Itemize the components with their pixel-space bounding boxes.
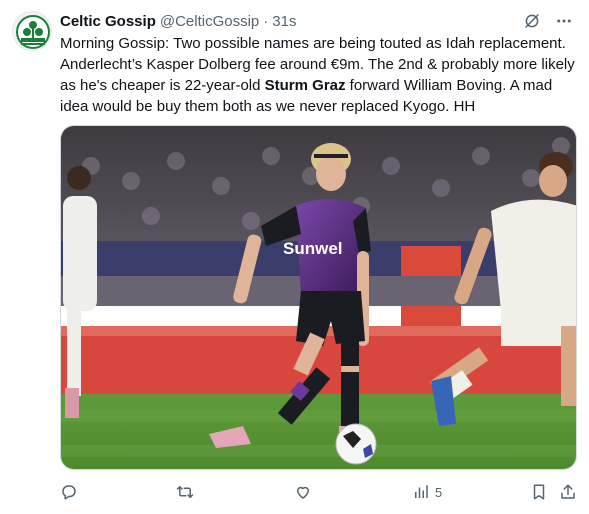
separator-dot: · (263, 12, 269, 30)
views-icon (412, 483, 430, 501)
tweet-media-image[interactable]: Sunwel (60, 125, 577, 470)
football-photo: Sunwel (61, 126, 576, 469)
reply-button[interactable] (60, 481, 78, 503)
more-icon[interactable] (555, 12, 573, 30)
views-button[interactable]: 5 (412, 481, 442, 503)
retweet-icon (176, 483, 194, 501)
share-button[interactable] (559, 481, 577, 503)
tweet-text: Morning Gossip: Two possible names are b… (60, 33, 582, 117)
display-name[interactable]: Celtic Gossip (60, 13, 156, 30)
jersey-sponsor-text: Sunwel (283, 239, 343, 258)
retweet-button[interactable] (176, 481, 194, 503)
user-handle[interactable]: @CelticGossip (160, 13, 259, 30)
grok-icon[interactable] (523, 12, 541, 30)
bookmark-icon (530, 483, 548, 501)
hashtag-link-sturm-graz[interactable]: Sturm Graz (265, 77, 346, 94)
header-icons (523, 10, 573, 32)
timestamp[interactable]: 31s (272, 13, 296, 30)
share-icon (559, 483, 577, 501)
reply-icon (60, 483, 78, 501)
views-count: 5 (435, 484, 443, 500)
bookmark-button[interactable] (530, 481, 548, 503)
celtic-crest-icon (13, 12, 51, 50)
like-icon (294, 483, 312, 501)
tweet-action-bar: 5 (60, 481, 579, 503)
like-button[interactable] (294, 481, 312, 503)
avatar[interactable] (12, 11, 52, 51)
tweet-header: Celtic Gossip @CelticGossip · 31s (60, 10, 573, 32)
